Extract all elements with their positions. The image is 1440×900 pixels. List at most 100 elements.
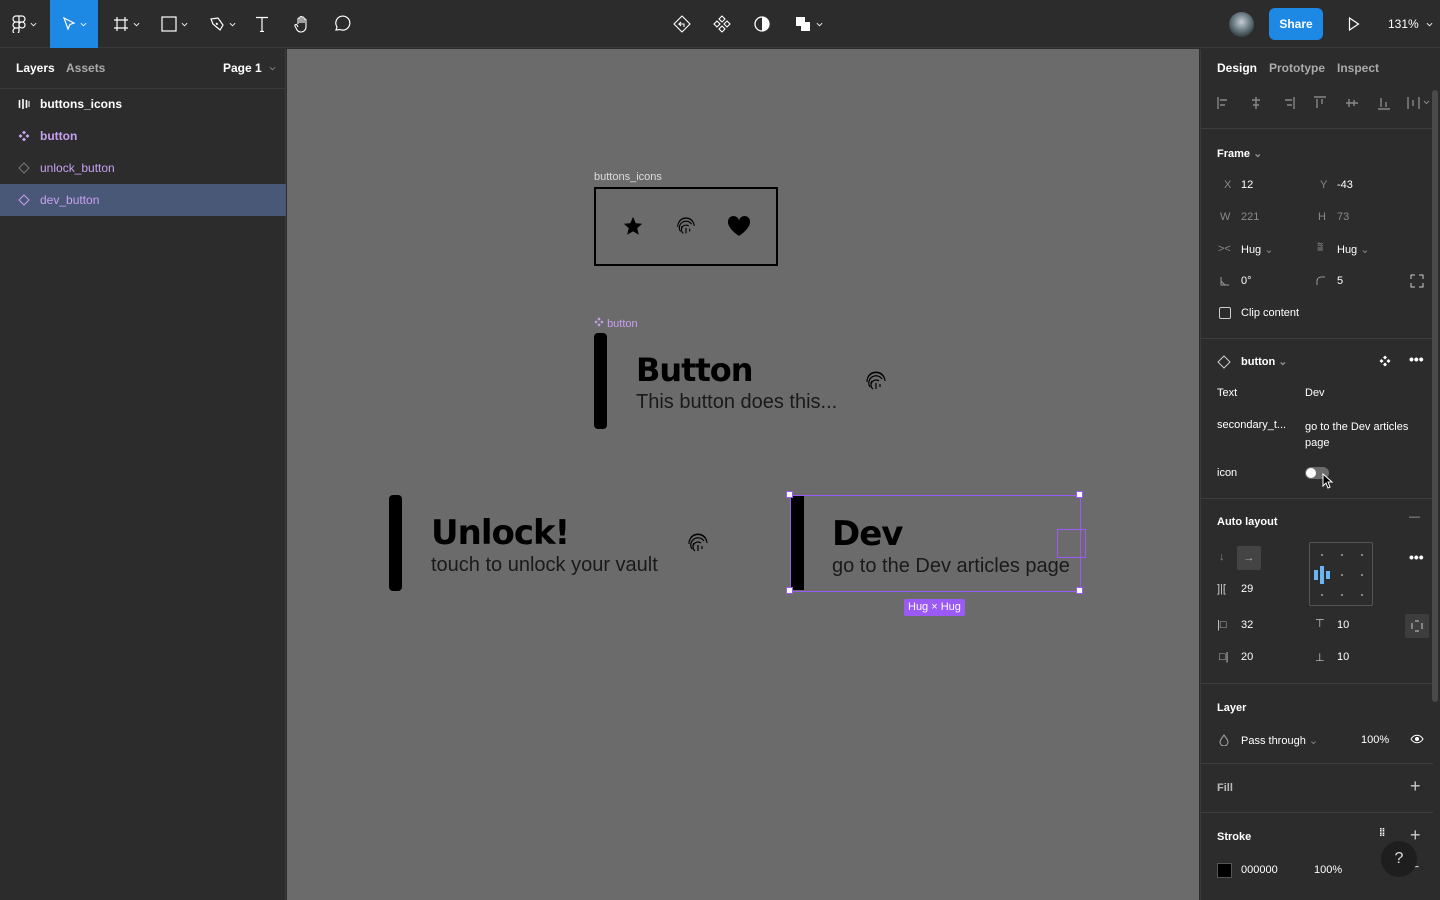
padding-left-input[interactable]: 32 <box>1241 619 1253 631</box>
padding-bottom-input[interactable]: 10 <box>1337 651 1349 663</box>
properties-scrollbar[interactable] <box>1432 90 1438 702</box>
distribute-icon[interactable] <box>1407 96 1431 110</box>
layer-unlock-button[interactable]: unlock_button <box>0 152 286 184</box>
button-subtitle: touch to unlock your vault <box>431 554 658 576</box>
back-diamond-icon <box>673 15 691 33</box>
spacing-icon: ]|[ <box>1217 583 1226 595</box>
tab-design[interactable]: Design <box>1217 61 1257 75</box>
buttons-icons-frame[interactable] <box>594 187 778 266</box>
share-button[interactable]: Share <box>1269 8 1323 40</box>
layer-button[interactable]: button <box>0 120 286 152</box>
chevron-down-icon <box>80 22 86 26</box>
add-fill-button[interactable]: + <box>1410 776 1421 797</box>
chevron-down-icon <box>1426 22 1433 27</box>
align-right-icon[interactable] <box>1281 96 1295 110</box>
frame-label[interactable]: buttons_icons <box>594 171 662 183</box>
y-input[interactable]: -43 <box>1337 179 1353 191</box>
layer-opacity-input[interactable]: 100% <box>1361 734 1389 746</box>
h-input[interactable]: 73 <box>1337 211 1349 223</box>
unlock-button-instance[interactable]: Unlock! touch to unlock your vault <box>389 495 719 591</box>
stroke-opacity-input[interactable]: 100% <box>1314 864 1342 876</box>
theme-button[interactable] <box>750 0 774 48</box>
resize-handle-top-right[interactable] <box>1076 491 1083 498</box>
align-center-h-icon[interactable] <box>1249 96 1263 110</box>
text-tool-button[interactable] <box>250 0 274 48</box>
blend-mode-icon <box>1219 734 1229 746</box>
frame-title[interactable]: Frame ⌄ <box>1217 147 1262 160</box>
components-button[interactable] <box>710 0 734 48</box>
auto-layout-more-icon[interactable]: ••• <box>1409 549 1424 565</box>
stroke-color-input[interactable]: 000000 <box>1241 864 1278 876</box>
resize-handle-top-left[interactable] <box>786 491 793 498</box>
layer-name: dev_button <box>40 193 100 207</box>
align-center-v-icon[interactable] <box>1345 96 1359 110</box>
clip-content-checkbox[interactable] <box>1219 307 1231 319</box>
page-selector[interactable]: Page 1 <box>223 61 276 75</box>
main-menu-button[interactable] <box>0 0 48 48</box>
go-to-main-component-button[interactable] <box>670 0 694 48</box>
auto-layout-title: Auto layout <box>1217 516 1278 528</box>
component-label[interactable]: button <box>594 317 638 330</box>
w-input[interactable]: 221 <box>1241 211 1259 223</box>
component-swap-dropdown[interactable]: button ⌄ <box>1241 355 1287 368</box>
instance-icon <box>18 162 30 174</box>
instance-icon <box>18 194 30 206</box>
hidden-icon-placeholder[interactable] <box>1057 529 1086 558</box>
align-top-icon[interactable] <box>1313 96 1327 110</box>
blend-mode-dropdown[interactable]: Pass through ⌄ <box>1241 734 1318 747</box>
boolean-button[interactable] <box>790 0 826 48</box>
align-bottom-icon[interactable] <box>1377 96 1391 110</box>
present-button[interactable] <box>1342 0 1366 48</box>
padding-right-input[interactable]: 20 <box>1241 651 1253 663</box>
avatar[interactable] <box>1229 12 1254 37</box>
spacing-input[interactable]: 29 <box>1241 583 1253 595</box>
canvas[interactable]: buttons_icons button Button This button … <box>287 49 1199 900</box>
padding-top-input[interactable]: 10 <box>1337 619 1349 631</box>
horizontal-sizing-dropdown[interactable]: Hug ⌄ <box>1241 243 1273 256</box>
component-name: button <box>1241 356 1276 368</box>
add-stroke-button[interactable]: + <box>1410 825 1421 846</box>
individual-padding-button[interactable] <box>1405 614 1429 638</box>
align-left-icon[interactable] <box>1217 96 1231 110</box>
rotation-input[interactable]: 0° <box>1241 275 1252 287</box>
corner-radius-input[interactable]: 5 <box>1337 275 1343 287</box>
pen-tool-button[interactable] <box>202 0 242 48</box>
layer-dev-button[interactable]: dev_button <box>0 184 286 216</box>
comment-tool-button[interactable] <box>330 0 354 48</box>
eye-icon[interactable] <box>1410 734 1424 744</box>
tab-inspect[interactable]: Inspect <box>1337 61 1379 75</box>
rectangle-icon <box>160 16 177 32</box>
resize-handle-bottom-right[interactable] <box>1076 587 1083 594</box>
go-to-main-component-icon[interactable] <box>1379 355 1391 367</box>
tab-layers[interactable]: Layers <box>16 61 55 75</box>
x-input[interactable]: 12 <box>1241 179 1253 191</box>
stroke-color-swatch[interactable] <box>1217 863 1232 878</box>
share-label: Share <box>1279 17 1313 31</box>
tab-prototype[interactable]: Prototype <box>1269 61 1325 75</box>
vertical-direction-icon[interactable]: ↓ <box>1219 551 1225 563</box>
hand-tool-button[interactable] <box>290 0 314 48</box>
button-component[interactable]: Button This button does this... <box>594 333 894 429</box>
instance-more-icon[interactable]: ••• <box>1409 351 1424 367</box>
tab-assets[interactable]: Assets <box>66 61 105 75</box>
help-button[interactable]: ? <box>1381 841 1417 877</box>
resize-handle-bottom-left[interactable] <box>786 587 793 594</box>
remove-auto-layout-button[interactable]: — <box>1409 511 1420 523</box>
dev-button-instance[interactable]: Dev go to the Dev articles page <box>790 495 1086 592</box>
vertical-sizing-dropdown[interactable]: Hug ⌄ <box>1337 243 1369 256</box>
alignment-grid[interactable] <box>1309 542 1373 606</box>
frame-tool-button[interactable] <box>106 0 146 48</box>
layer-buttons-icons[interactable]: buttons_icons <box>0 88 286 120</box>
independent-corners-icon[interactable] <box>1410 274 1424 288</box>
zoom-dropdown[interactable]: 131% <box>1388 17 1433 31</box>
move-tool-button[interactable] <box>50 0 98 48</box>
prop-secondary-input[interactable]: go to the Dev articles page <box>1305 419 1425 451</box>
shape-tool-button[interactable] <box>154 0 194 48</box>
prop-label-secondary: secondary_t... <box>1217 419 1287 431</box>
prop-text-input[interactable]: Dev <box>1305 387 1325 399</box>
layer-name: unlock_button <box>40 161 115 175</box>
clip-content-label: Clip content <box>1241 307 1300 319</box>
vertical-resize-icon: ⩰ <box>1317 241 1324 253</box>
horizontal-direction-icon[interactable]: → <box>1237 546 1261 570</box>
styles-icon[interactable]: ⁞⁞ <box>1379 827 1385 839</box>
